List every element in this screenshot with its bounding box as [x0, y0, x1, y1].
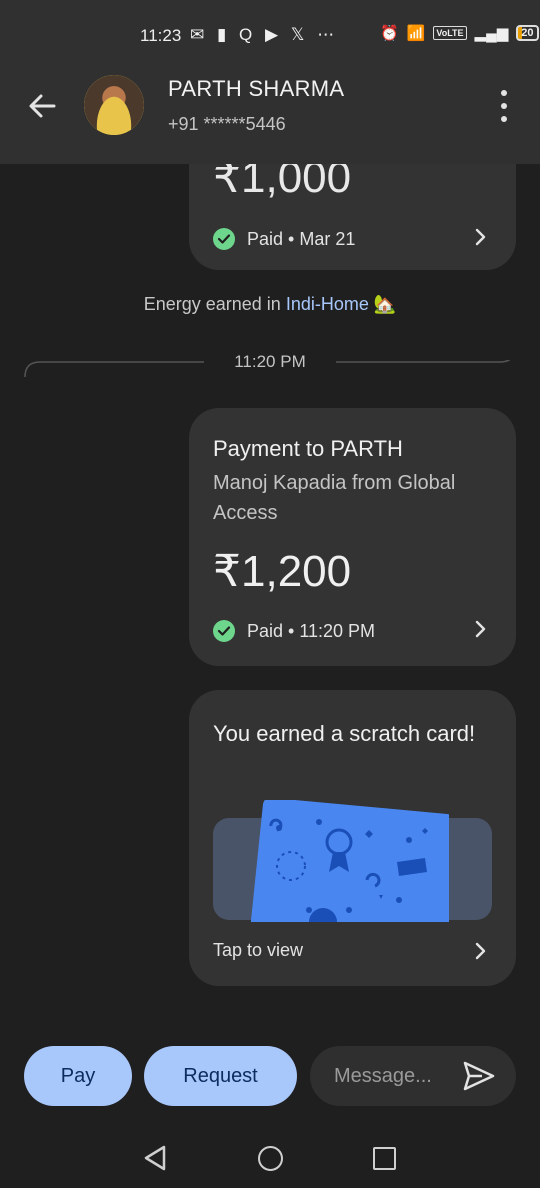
chat-header: PARTH SHARMA +91 ******5446 [0, 64, 540, 164]
send-icon[interactable] [462, 1060, 496, 1092]
check-circle-icon [213, 228, 235, 250]
payment-title: Payment to PARTH [213, 436, 403, 461]
nav-recents-icon[interactable] [373, 1147, 396, 1170]
message-list[interactable]: ₹1,000 Paid • Mar 21 Energy earned in In… [0, 164, 540, 1024]
volte-badge: VoLTE [433, 26, 467, 40]
contact-avatar[interactable] [84, 75, 144, 135]
battery-icon: 20 [516, 25, 539, 41]
scratch-card-title: You earned a scratch card! [213, 721, 476, 746]
pay-button[interactable]: Pay [24, 1046, 132, 1106]
divider-right [336, 360, 511, 363]
nav-back-icon[interactable] [142, 1144, 168, 1172]
nav-home-icon[interactable] [258, 1146, 283, 1171]
payment-status-row: Paid • 11:20 PM [213, 620, 375, 642]
wifi-icon: 📶 [406, 25, 426, 42]
system-nav-bar [0, 1136, 540, 1188]
payment-note: Manoj Kapadia from Global Access [213, 472, 456, 524]
contact-name[interactable]: PARTH SHARMA [168, 76, 344, 102]
scratch-card-image-icon[interactable] [249, 800, 449, 922]
previous-payment-status-row: Paid • Mar 21 [213, 228, 355, 250]
indi-home-link[interactable]: Indi-Home [286, 294, 369, 314]
signal-icon: ▂▄▆ [474, 25, 509, 42]
payment-card[interactable]: Payment to PARTH Manoj Kapadia from Glob… [189, 408, 516, 666]
house-emoji-icon: 🏡 [373, 294, 397, 314]
composer-bar: Pay Request Message... [0, 1046, 540, 1106]
system-icons: ⏰ 📶 VoLTE ▂▄▆ 20 [380, 24, 539, 42]
contact-phone: +91 ******5446 [168, 114, 286, 134]
alarm-icon: ⏰ [380, 25, 399, 42]
tap-to-view-label[interactable]: Tap to view [213, 940, 303, 961]
payment-amount: ₹1,200 [213, 547, 352, 596]
chevron-right-icon [475, 620, 486, 638]
payment-status: Paid • 11:20 PM [247, 620, 376, 641]
previous-payment-card[interactable]: ₹1,000 Paid • Mar 21 [189, 164, 516, 270]
request-button[interactable]: Request [144, 1046, 297, 1106]
chevron-right-icon [475, 228, 486, 246]
system-status-bar: 11:23 ✉ ▮ Q ▶ 𝕏 ⋯ ⏰ 📶 VoLTE ▂▄▆ 20 [0, 0, 540, 64]
more-vert-icon[interactable] [494, 90, 514, 122]
scratch-card-message[interactable]: You earned a scratch card! Tap to view [189, 690, 516, 986]
message-placeholder: Message... [334, 1065, 432, 1087]
energy-note-text: Energy earned in [143, 294, 286, 314]
previous-payment-amount: ₹1,000 [213, 164, 352, 202]
notification-icons: ✉ ▮ Q ▶ 𝕏 ⋯ [190, 25, 339, 44]
back-arrow-icon[interactable] [24, 88, 60, 124]
chevron-right-icon [475, 942, 486, 960]
energy-note: Energy earned in Indi-Home 🏡 [0, 294, 540, 315]
status-time: 11:23 [140, 26, 182, 45]
check-circle-icon [213, 620, 235, 642]
message-input[interactable]: Message... [310, 1046, 516, 1106]
previous-payment-status: Paid • Mar 21 [247, 228, 356, 249]
